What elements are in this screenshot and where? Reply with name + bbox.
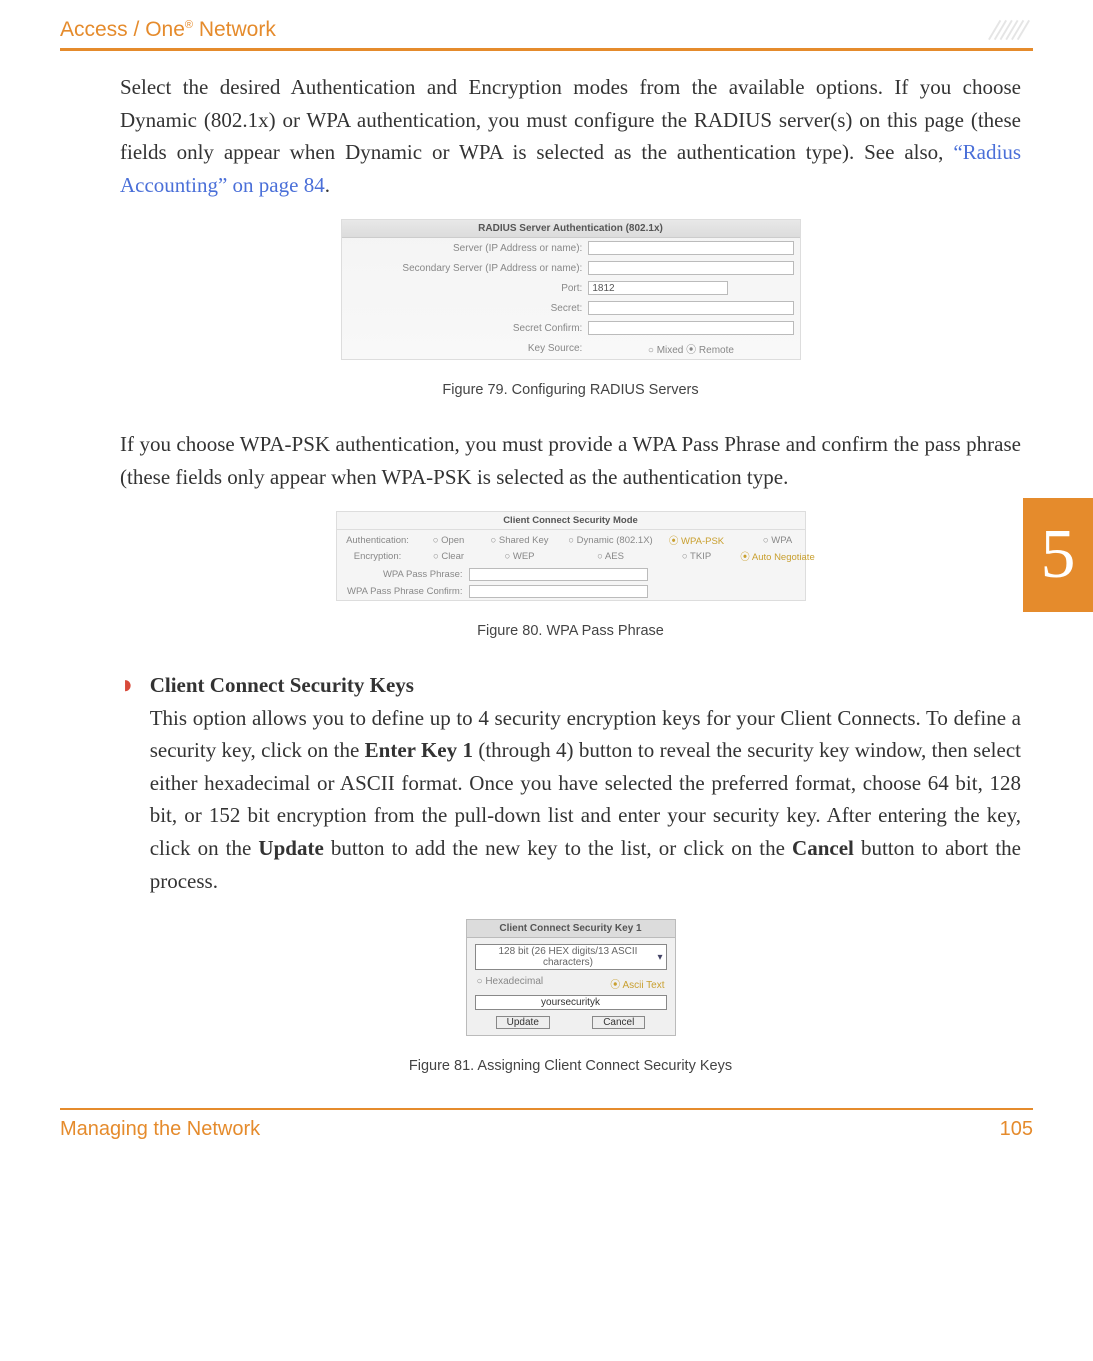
enc-auto-option[interactable]: ⦿ Auto Negotiate (733, 549, 823, 563)
body-paragraph-2: If you choose WPA-PSK authentication, yo… (120, 428, 1021, 493)
chapter-tab: 5 (1023, 498, 1093, 612)
footer-divider (60, 1108, 1033, 1110)
page-header: Access / One® Network (0, 18, 1093, 46)
page-number: 105 (1000, 1118, 1033, 1141)
radius-keysource-options[interactable]: ○ Mixed ⦿ Remote (588, 341, 793, 356)
security-key-form: Client Connect Security Key 1 128 bit (2… (466, 919, 676, 1036)
radius-secondary-label: Secondary Server (IP Address or name): (348, 263, 589, 274)
figure-79-wrap: RADIUS Server Authentication (802.1x) Se… (120, 219, 1021, 398)
update-label-inline: Update (258, 836, 323, 860)
auth-wpapsk-option[interactable]: ⦿ WPA-PSK (667, 533, 727, 547)
radius-server-input[interactable] (588, 241, 793, 255)
para1-tail: . (325, 173, 330, 197)
auth-open-option[interactable]: ○ Open (419, 535, 479, 546)
bullet-icon: ◗ (120, 669, 136, 909)
radius-port-label: Port: (348, 283, 589, 294)
brand-title: Access / One® Network (60, 18, 276, 42)
key-form-heading: Client Connect Security Key 1 (467, 920, 675, 938)
body-paragraph-1: Select the desired Authentication and En… (120, 71, 1021, 201)
wpa-pass-confirm-input[interactable] (469, 585, 648, 598)
radius-secret-confirm-input[interactable] (588, 321, 793, 335)
radius-secondary-input[interactable] (588, 261, 793, 275)
radius-server-form: RADIUS Server Authentication (802.1x) Se… (341, 219, 801, 360)
key-value-text: yoursecurityk (541, 997, 600, 1008)
wpa-auth-label: Authentication: (343, 535, 413, 546)
radius-server-label: Server (IP Address or name): (348, 243, 589, 254)
radius-secret-input[interactable] (588, 301, 793, 315)
radius-secret-confirm-label: Secret Confirm: (348, 323, 589, 334)
brand-suffix: Network (193, 18, 276, 41)
update-button[interactable]: Update (496, 1016, 550, 1029)
para1-main-text: Select the desired Authentication and En… (120, 75, 1021, 164)
chapter-number: 5 (1041, 515, 1076, 595)
cancel-label-inline: Cancel (792, 836, 854, 860)
wpa-pass-label: WPA Pass Phrase: (343, 569, 463, 580)
cancel-button[interactable]: Cancel (592, 1016, 645, 1029)
client-connect-keys-paragraph: This option allows you to define up to 4… (150, 702, 1021, 897)
brand-logo-icon (987, 18, 1033, 42)
footer-section: Managing the Network (60, 1118, 260, 1141)
key-value-input[interactable]: yoursecurityk (475, 995, 667, 1010)
wpa-form-heading: Client Connect Security Mode (337, 512, 805, 530)
figure-81-wrap: Client Connect Security Key 1 128 bit (2… (120, 919, 1021, 1074)
page-content: Select the desired Authentication and En… (0, 51, 1093, 1074)
figure-80-wrap: Client Connect Security Mode Authenticat… (120, 511, 1021, 639)
page-footer: Managing the Network 105 (0, 1116, 1093, 1161)
enc-aes-option[interactable]: ○ AES (561, 551, 661, 562)
auth-dynamic-option[interactable]: ○ Dynamic (802.1X) (561, 535, 661, 546)
wpa-pass-input[interactable] (469, 568, 648, 581)
key-ascii-option[interactable]: ⦿ Ascii Text (610, 976, 664, 991)
key-hex-option[interactable]: ○ Hexadecimal (477, 976, 544, 991)
section-client-connect-keys: ◗ Client Connect Security Keys This opti… (120, 669, 1021, 909)
client-connect-keys-heading: Client Connect Security Keys (150, 669, 1021, 702)
radius-keysource-label: Key Source: (348, 343, 589, 354)
auth-wpa-option[interactable]: ○ WPA (733, 535, 823, 546)
figure-81-caption: Figure 81. Assigning Client Connect Secu… (120, 1058, 1021, 1074)
key-length-select[interactable]: 128 bit (26 HEX digits/13 ASCII characte… (475, 944, 667, 970)
figure-79-caption: Figure 79. Configuring RADIUS Servers (120, 382, 1021, 398)
wpa-security-mode-form: Client Connect Security Mode Authenticat… (336, 511, 806, 601)
registered-mark: ® (185, 19, 193, 31)
radius-secret-label: Secret: (348, 303, 589, 314)
figure-80-caption: Figure 80. WPA Pass Phrase (120, 623, 1021, 639)
sec3-text-3: button to add the new key to the list, o… (324, 836, 792, 860)
chevron-down-icon: ▾ (657, 952, 662, 963)
enc-clear-option[interactable]: ○ Clear (419, 551, 479, 562)
enc-tkip-option[interactable]: ○ TKIP (667, 551, 727, 562)
key-length-value: 128 bit (26 HEX digits/13 ASCII characte… (479, 946, 658, 968)
wpa-pass-confirm-label: WPA Pass Phrase Confirm: (343, 586, 463, 597)
radius-form-heading: RADIUS Server Authentication (802.1x) (342, 220, 800, 238)
enter-key-1-label: Enter Key 1 (365, 738, 473, 762)
brand-prefix: Access / One (60, 18, 185, 41)
wpa-enc-label: Encryption: (343, 551, 413, 562)
auth-shared-option[interactable]: ○ Shared Key (485, 535, 555, 546)
radius-port-input[interactable] (588, 281, 728, 295)
enc-wep-option[interactable]: ○ WEP (485, 551, 555, 562)
